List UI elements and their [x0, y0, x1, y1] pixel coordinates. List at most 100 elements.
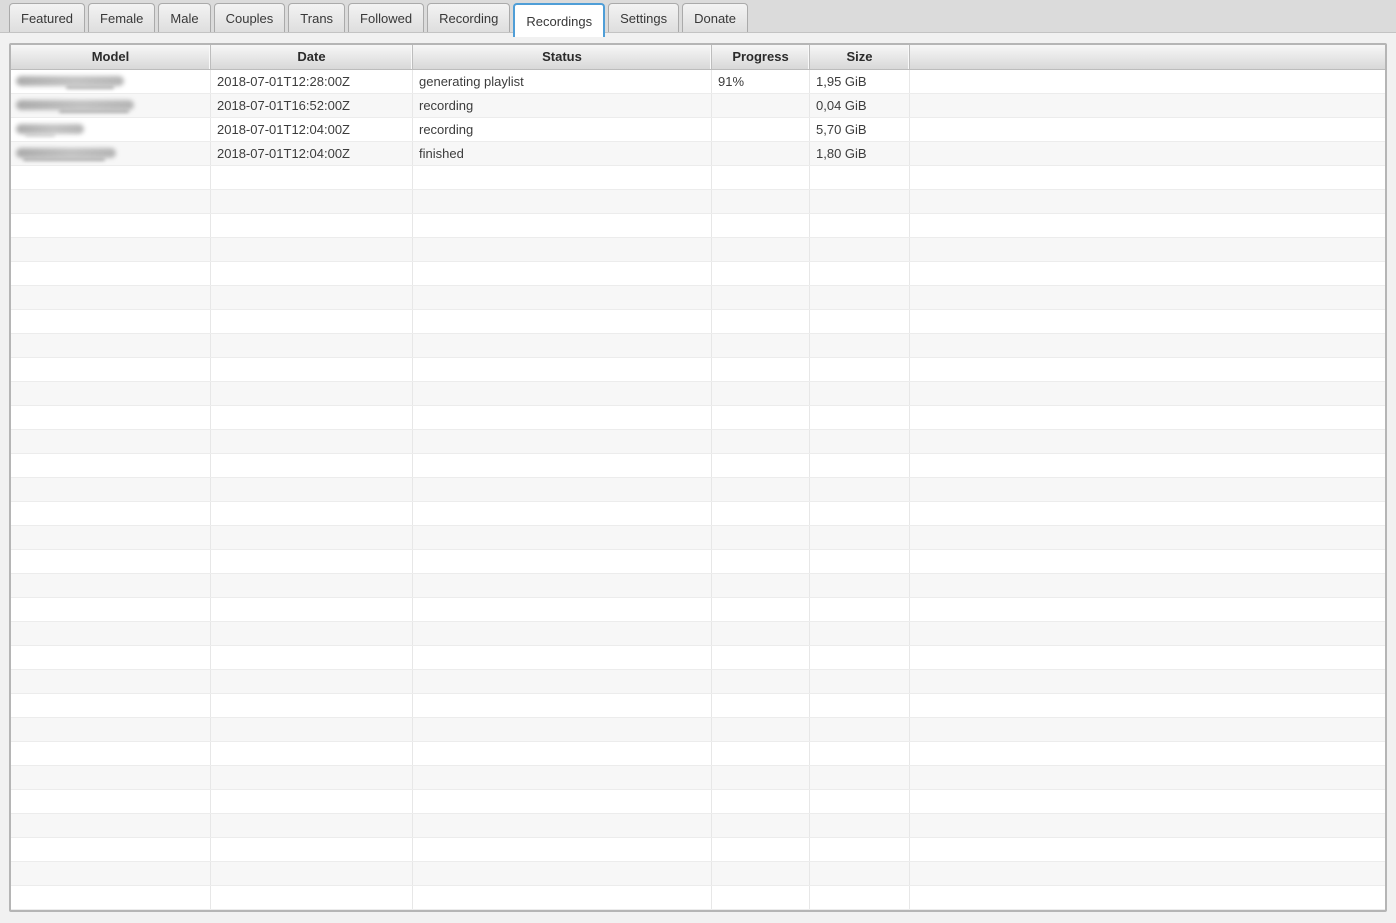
empty-cell — [413, 598, 712, 621]
column-header-status[interactable]: Status — [413, 45, 712, 69]
empty-cell — [211, 454, 413, 477]
column-header-model[interactable]: Model — [11, 45, 211, 69]
empty-cell — [11, 526, 211, 549]
empty-cell — [712, 622, 810, 645]
column-header-progress[interactable]: Progress — [712, 45, 810, 69]
empty-cell — [910, 838, 1385, 861]
empty-cell — [712, 814, 810, 837]
column-header-size[interactable]: Size — [810, 45, 910, 69]
table-row[interactable]: 2018-07-01T12:28:00Z generating playlist… — [11, 70, 1385, 94]
empty-cell — [11, 886, 211, 909]
empty-cell — [413, 382, 712, 405]
empty-cell — [211, 334, 413, 357]
empty-cell — [211, 502, 413, 525]
empty-cell — [11, 238, 211, 261]
empty-cell — [211, 646, 413, 669]
empty-cell — [810, 814, 910, 837]
redaction-blur — [66, 86, 114, 89]
empty-cell — [810, 334, 910, 357]
empty-cell — [413, 838, 712, 861]
empty-cell — [910, 430, 1385, 453]
status-cell: finished — [413, 142, 712, 165]
tab-recordings[interactable]: Recordings — [513, 3, 605, 37]
empty-cell — [413, 214, 712, 237]
date-cell: 2018-07-01T12:04:00Z — [211, 118, 413, 141]
empty-cell — [413, 742, 712, 765]
empty-cell — [211, 358, 413, 381]
empty-cell — [810, 166, 910, 189]
empty-cell — [413, 190, 712, 213]
empty-table-row — [11, 286, 1385, 310]
empty-cell — [211, 814, 413, 837]
empty-cell — [910, 478, 1385, 501]
empty-table-row — [11, 382, 1385, 406]
empty-cell — [810, 358, 910, 381]
model-cell-redacted — [11, 94, 211, 117]
extra-cell — [910, 118, 1385, 141]
empty-cell — [712, 574, 810, 597]
table-row[interactable]: 2018-07-01T12:04:00Z finished 1,80 GiB — [11, 142, 1385, 166]
tab-female[interactable]: Female — [88, 3, 155, 32]
tab-trans[interactable]: Trans — [288, 3, 345, 32]
empty-cell — [413, 430, 712, 453]
extra-cell — [910, 94, 1385, 117]
tab-settings[interactable]: Settings — [608, 3, 679, 32]
empty-cell — [810, 526, 910, 549]
empty-cell — [413, 238, 712, 261]
empty-table-row — [11, 262, 1385, 286]
empty-cell — [11, 502, 211, 525]
empty-cell — [910, 334, 1385, 357]
tab-recording[interactable]: Recording — [427, 3, 510, 32]
progress-cell — [712, 142, 810, 165]
empty-cell — [910, 454, 1385, 477]
table-body: 2018-07-01T12:28:00Z generating playlist… — [11, 70, 1385, 910]
tab-donate[interactable]: Donate — [682, 3, 748, 32]
empty-cell — [211, 742, 413, 765]
empty-cell — [910, 574, 1385, 597]
empty-cell — [712, 334, 810, 357]
empty-cell — [910, 310, 1385, 333]
empty-cell — [11, 670, 211, 693]
empty-cell — [712, 238, 810, 261]
empty-cell — [810, 718, 910, 741]
empty-cell — [712, 478, 810, 501]
table-row[interactable]: 2018-07-01T16:52:00Z recording 0,04 GiB — [11, 94, 1385, 118]
empty-cell — [11, 286, 211, 309]
empty-cell — [413, 502, 712, 525]
empty-cell — [910, 718, 1385, 741]
redaction-blur — [16, 148, 116, 158]
empty-cell — [810, 502, 910, 525]
empty-cell — [910, 670, 1385, 693]
status-cell: recording — [413, 118, 712, 141]
empty-cell — [211, 550, 413, 573]
empty-cell — [413, 406, 712, 429]
empty-cell — [211, 574, 413, 597]
empty-table-row — [11, 790, 1385, 814]
table-row[interactable]: 2018-07-01T12:04:00Z recording 5,70 GiB — [11, 118, 1385, 142]
column-header-date[interactable]: Date — [211, 45, 413, 69]
status-cell: generating playlist — [413, 70, 712, 93]
empty-table-row — [11, 670, 1385, 694]
tab-male[interactable]: Male — [158, 3, 210, 32]
empty-cell — [413, 526, 712, 549]
empty-cell — [810, 838, 910, 861]
tab-bar: Featured Female Male Couples Trans Follo… — [0, 0, 1396, 33]
empty-cell — [712, 502, 810, 525]
size-cell: 1,95 GiB — [810, 70, 910, 93]
size-cell: 1,80 GiB — [810, 142, 910, 165]
empty-cell — [910, 646, 1385, 669]
empty-table-row — [11, 238, 1385, 262]
empty-cell — [211, 190, 413, 213]
empty-cell — [810, 694, 910, 717]
status-cell: recording — [413, 94, 712, 117]
empty-cell — [211, 838, 413, 861]
empty-cell — [910, 406, 1385, 429]
tab-followed[interactable]: Followed — [348, 3, 424, 32]
empty-cell — [413, 262, 712, 285]
tab-featured[interactable]: Featured — [9, 3, 85, 32]
empty-cell — [11, 838, 211, 861]
tab-couples[interactable]: Couples — [214, 3, 286, 32]
empty-cell — [211, 670, 413, 693]
empty-cell — [11, 358, 211, 381]
empty-cell — [11, 646, 211, 669]
